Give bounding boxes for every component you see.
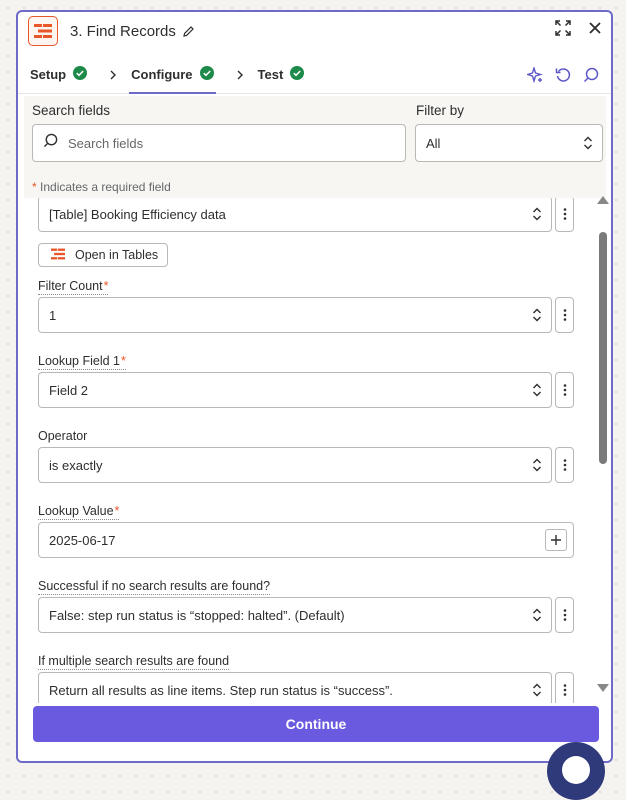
- updown-chevron-icon: [583, 136, 593, 150]
- title-bar: 3. Find Records: [18, 12, 611, 50]
- check-circle-icon: [290, 66, 305, 83]
- lookup-field-label: Lookup Field 1*: [38, 354, 126, 370]
- kebab-icon[interactable]: [555, 297, 574, 333]
- filter-by-label: Filter by: [416, 103, 465, 118]
- operator-select[interactable]: is exactly: [38, 447, 552, 483]
- scroll-up-arrow-icon[interactable]: [597, 196, 609, 204]
- success-no-results-value: False: step run status is “stopped: halt…: [49, 607, 345, 623]
- kebab-icon[interactable]: [555, 672, 574, 703]
- step-title: 3. Find Records: [70, 22, 176, 40]
- chevron-right-icon: [109, 70, 117, 80]
- tab-label: Test: [257, 67, 284, 82]
- tab-setup[interactable]: Setup: [30, 56, 88, 94]
- refresh-icon[interactable]: [555, 67, 571, 83]
- continue-button[interactable]: Continue: [33, 706, 599, 742]
- lookup-value-text: 2025-06-17: [49, 532, 116, 548]
- scrollbar[interactable]: [596, 192, 610, 698]
- close-icon[interactable]: [589, 22, 601, 34]
- lookup-value-input[interactable]: 2025-06-17: [38, 522, 574, 558]
- multiple-results-value: Return all results as line items. Step r…: [49, 682, 393, 698]
- lookup-field-value: Field 2: [49, 382, 89, 398]
- pencil-icon[interactable]: [182, 25, 195, 38]
- search-icon[interactable]: [583, 67, 599, 83]
- required-field-note: * Indicates a required field: [32, 180, 171, 194]
- tab-test[interactable]: Test: [258, 56, 305, 94]
- field-search-area: Search fields Filter by All * Indicates …: [24, 96, 606, 198]
- operator-label: Operator: [38, 429, 88, 443]
- filter-by-value: All: [426, 135, 441, 151]
- filter-by-select[interactable]: All: [415, 124, 603, 162]
- tab-label: Setup: [30, 67, 67, 82]
- filter-count-select[interactable]: 1: [38, 297, 552, 333]
- scroll-thumb[interactable]: [599, 232, 607, 464]
- filter-count-label: Filter Count*: [38, 279, 109, 295]
- updown-chevron-icon: [532, 308, 542, 322]
- updown-chevron-icon: [532, 683, 542, 697]
- multiple-results-select[interactable]: Return all results as line items. Step r…: [38, 672, 552, 703]
- kebab-icon[interactable]: [555, 597, 574, 633]
- search-fields-input[interactable]: [66, 134, 366, 152]
- fields-scroll-area[interactable]: [Table] Booking Efficiency data Open in …: [18, 198, 611, 703]
- updown-chevron-icon: [532, 207, 542, 221]
- search-fields-label: Search fields: [32, 103, 111, 118]
- tab-configure[interactable]: Configure: [129, 56, 216, 94]
- tables-logo-icon: [49, 247, 67, 264]
- sparkle-icon[interactable]: [527, 67, 543, 83]
- updown-chevron-icon: [532, 383, 542, 397]
- table-select[interactable]: [Table] Booking Efficiency data: [38, 198, 552, 232]
- operator-value: is exactly: [49, 457, 103, 473]
- search-icon: [43, 133, 58, 153]
- tab-label: Configure: [131, 67, 193, 82]
- lookup-field-select[interactable]: Field 2: [38, 372, 552, 408]
- step-editor-panel: 3. Find Records Setup Configure Test Sea…: [16, 10, 613, 763]
- search-fields-input-wrapper[interactable]: [32, 124, 406, 162]
- filter-count-value: 1: [49, 307, 57, 323]
- chevron-right-icon: [236, 70, 244, 80]
- kebab-icon[interactable]: [555, 447, 574, 483]
- kebab-icon[interactable]: [555, 372, 574, 408]
- scroll-down-arrow-icon[interactable]: [597, 684, 609, 692]
- check-circle-icon: [199, 66, 214, 83]
- check-circle-icon: [73, 66, 88, 83]
- chat-icon: [562, 756, 590, 784]
- open-in-tables-button[interactable]: Open in Tables: [38, 243, 168, 267]
- kebab-icon[interactable]: [555, 198, 574, 232]
- plus-icon[interactable]: [545, 529, 567, 551]
- updown-chevron-icon: [532, 608, 542, 622]
- open-in-tables-label: Open in Tables: [75, 248, 159, 262]
- success-no-results-select[interactable]: False: step run status is “stopped: halt…: [38, 597, 552, 633]
- multiple-results-label: If multiple search results are found: [38, 654, 230, 670]
- lookup-value-label: Lookup Value*: [38, 504, 120, 520]
- table-select-value: [Table] Booking Efficiency data: [49, 206, 226, 222]
- expand-icon[interactable]: [555, 20, 571, 36]
- tables-logo-icon: [28, 16, 58, 46]
- success-no-results-label: Successful if no search results are foun…: [38, 579, 271, 595]
- updown-chevron-icon: [532, 458, 542, 472]
- step-tabs: Setup Configure Test: [18, 56, 611, 94]
- help-chat-bubble[interactable]: [547, 742, 605, 800]
